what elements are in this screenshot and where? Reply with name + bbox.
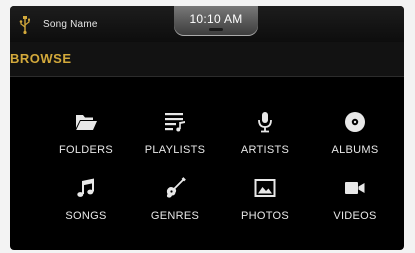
clock: 10:10 AM [189, 12, 243, 26]
page-title: BROWSE [10, 51, 72, 66]
browse-grid: FOLDERS PLAYLISTS ARTISTS ALBUMS SONGS G… [10, 104, 404, 244]
disc-icon [345, 112, 365, 132]
browse-videos-button[interactable]: VIDEOS [315, 176, 395, 236]
photo-icon [254, 179, 276, 197]
browse-albums-button[interactable]: ALBUMS [315, 110, 395, 170]
browse-label: SONGS [65, 210, 107, 222]
browse-label: GENRES [150, 210, 200, 222]
now-playing[interactable]: Song Name [19, 16, 98, 34]
browse-label: PHOTOS [240, 210, 290, 222]
microphone-icon [258, 112, 272, 133]
browse-artists-button[interactable]: ARTISTS [225, 110, 305, 170]
folder-icon [76, 115, 97, 130]
media-screen: Song Name 10:10 AM BROWSE FOLDERS PLAYLI… [10, 6, 404, 250]
browse-header: BROWSE [10, 42, 404, 77]
playlist-icon [165, 113, 185, 132]
usb-icon [19, 16, 30, 34]
video-camera-icon [345, 182, 365, 194]
status-bar: Song Name 10:10 AM [10, 6, 404, 42]
browse-songs-button[interactable]: SONGS [46, 176, 126, 236]
browse-playlists-button[interactable]: PLAYLISTS [135, 110, 215, 170]
browse-label: VIDEOS [333, 210, 377, 222]
browse-label: PLAYLISTS [144, 144, 206, 156]
guitar-icon [166, 177, 186, 198]
browse-photos-button[interactable]: PHOTOS [225, 176, 305, 236]
browse-folders-button[interactable]: FOLDERS [46, 110, 126, 170]
browse-label: ARTISTS [240, 144, 290, 156]
music-note-icon [77, 178, 94, 197]
song-name: Song Name [43, 19, 98, 30]
browse-label: FOLDERS [58, 144, 114, 156]
clock-tab[interactable]: 10:10 AM [174, 6, 258, 36]
pull-down-handle[interactable] [209, 28, 223, 31]
browse-genres-button[interactable]: GENRES [135, 176, 215, 236]
browse-label: ALBUMS [331, 144, 379, 156]
